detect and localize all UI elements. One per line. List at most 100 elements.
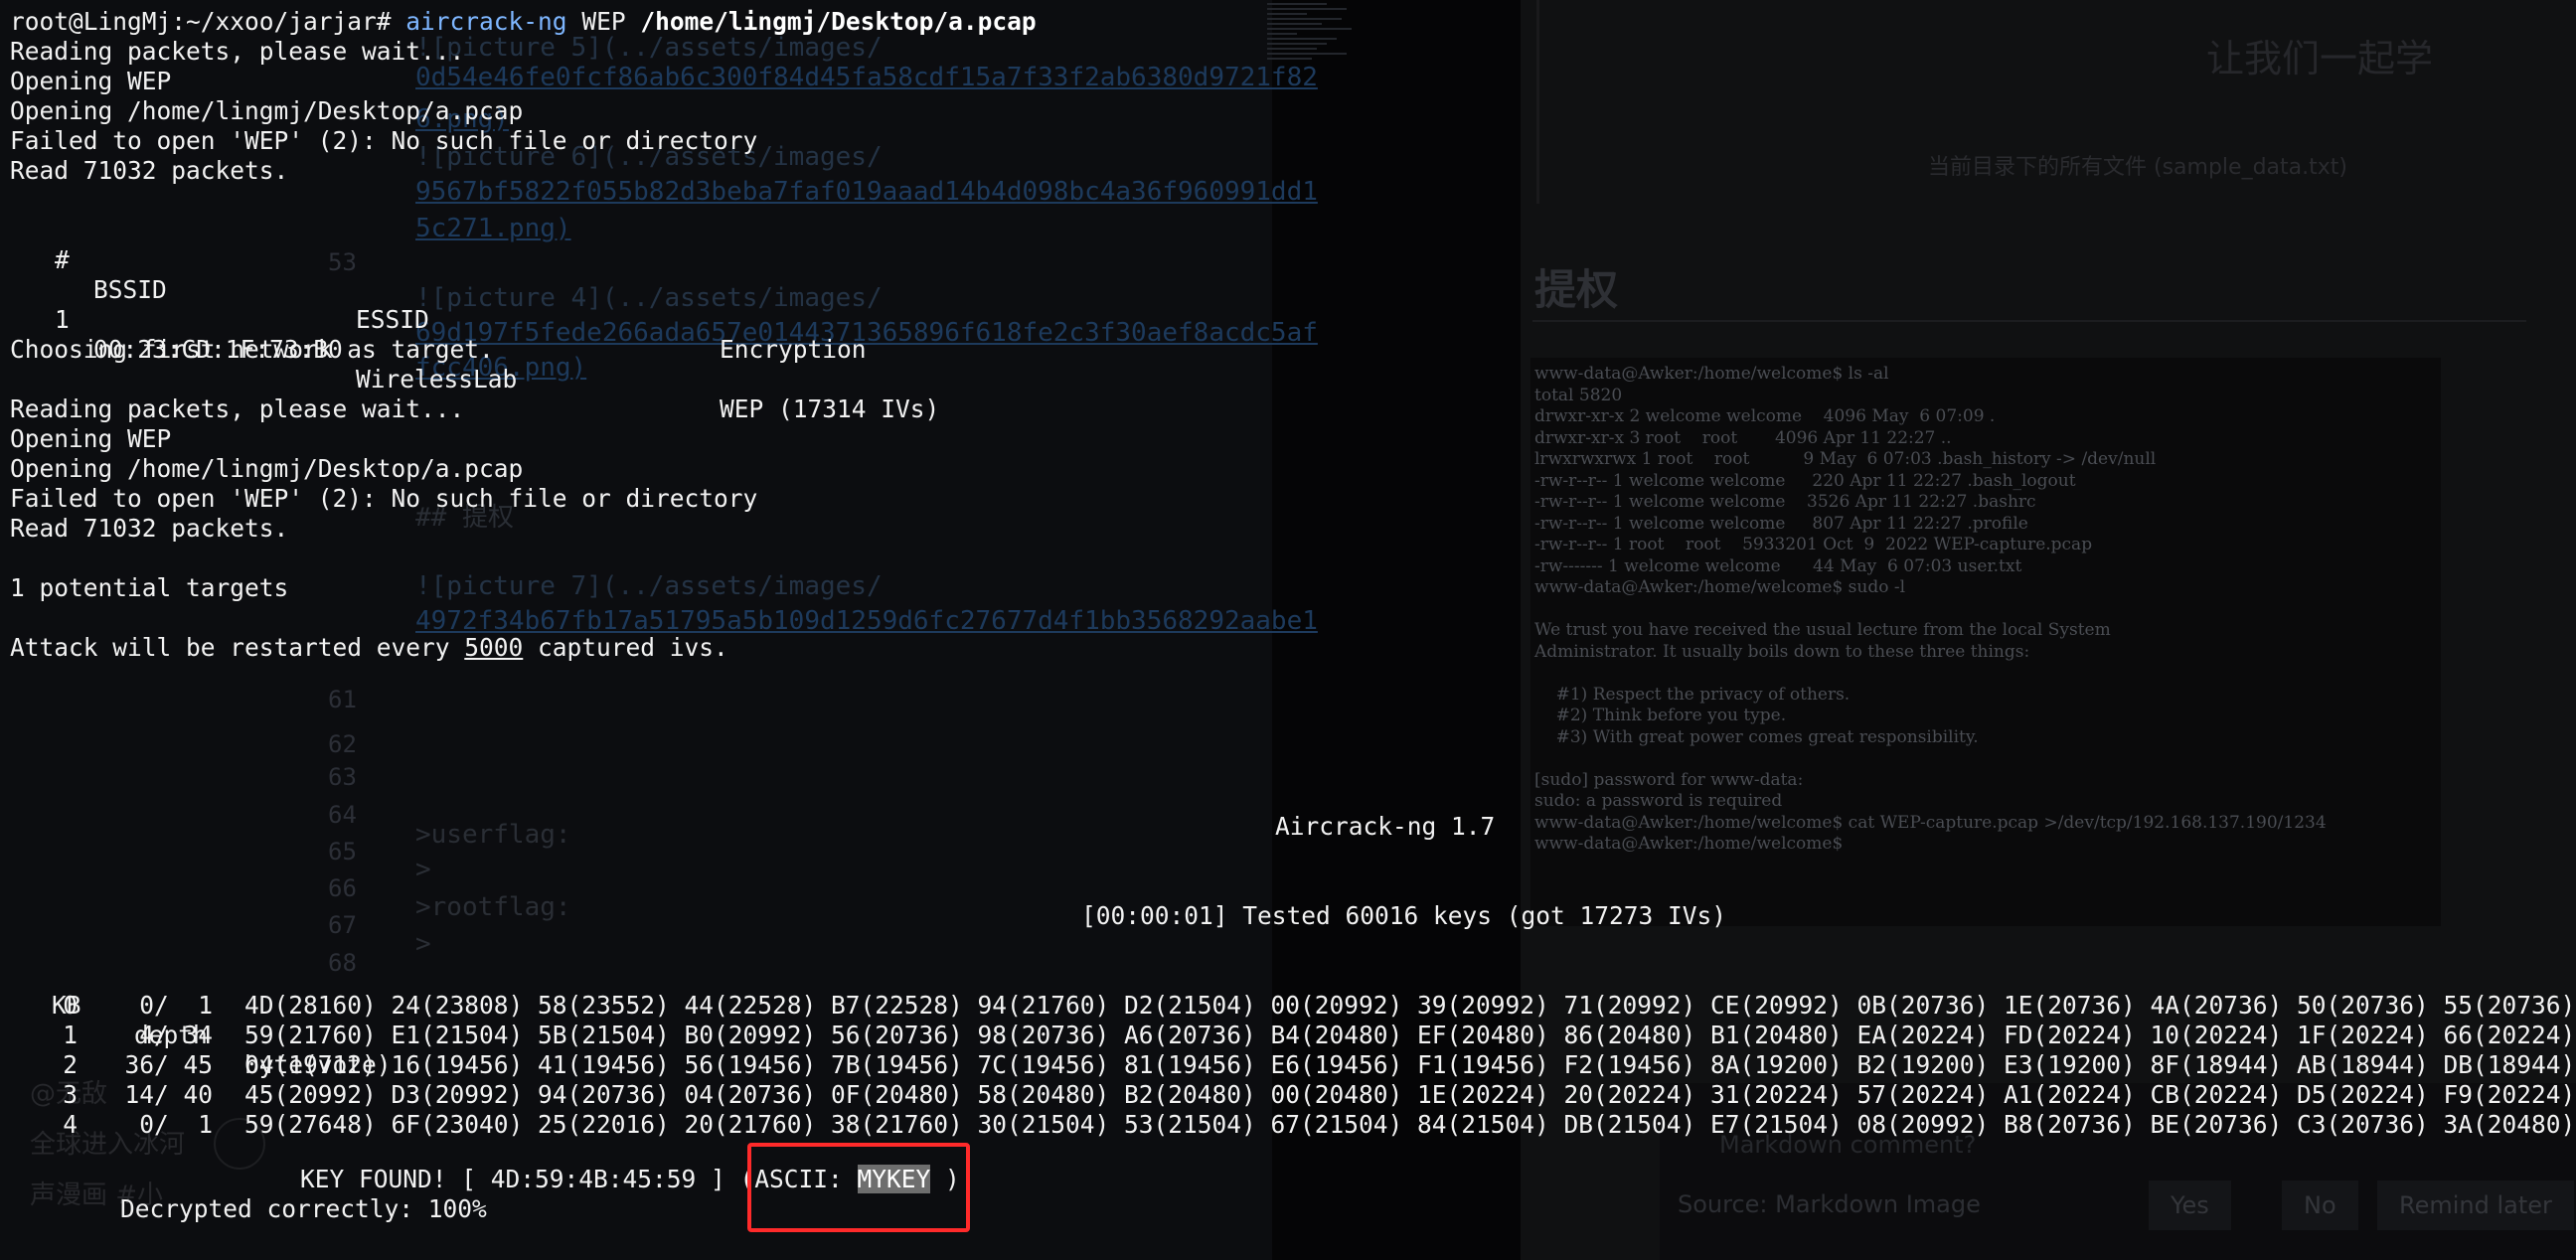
inner-terminal-line: We trust you have received the usual lec… [1534,620,2111,640]
inner-terminal-line [1534,663,2437,685]
kb-row: 0 0/ 1 4D(28160) 24(23808) 58(23552) 44(22… [10,991,2575,1021]
col-encryption: Encryption [720,335,867,364]
background-terminal-screenshot: www-data@Awker:/home/welcome$ ls -al tota… [1530,358,2441,926]
notification-source: Source: Markdown Image [1678,1190,1981,1218]
editor-line: >userflag: [415,820,571,850]
editor-line-number: 62 [328,730,357,758]
inner-terminal-line: #2) Think before you type. [1534,706,1787,725]
kb-votes: 59(27648) 6F(23040) 25(22016) 20(21760) … [244,1110,2576,1139]
editor-line-number: 66 [328,874,357,902]
row-encryption: WEP (17314 IVs) [720,394,940,423]
editor-line: ![picture 5](../assets/images/ [415,33,883,63]
attack-text: Attack will be restarted every [10,633,465,662]
panel-caption: 当前目录下的所有文件 (sample_data.txt) [1928,155,2347,180]
output-line: Read 71032 packets. [10,514,289,543]
inner-terminal-line: -rw-r--r-- 1 welcome welcome 220 Apr 11 … [1534,470,2076,491]
row-num: 1 [55,305,70,334]
editor-line: 9567bf5822f055b82d3beba7faf019aaad14b4d0… [415,177,1318,207]
kb-index: 3 [63,1080,78,1109]
inner-terminal-line: www-data@Awker:/home/welcome$ ls -al [1534,364,1889,384]
kb-row: 1 4/ 34 59(21760) E1(21504) 5B(21504) B0(2… [10,1021,2575,1050]
decrypted-line: Decrypted correctly: 100% [120,1194,487,1223]
kb-row: 4 0/ 1 59(27648) 6F(23040) 25(22016) 20(21… [10,1110,2575,1140]
editor-line: 69d197f5fede266ada657e0144371365896f618f… [415,318,1318,348]
panel-divider [1532,320,2526,322]
kb-index: 1 [63,1021,78,1049]
inner-terminal-line: Administrator. It usually boils down to … [1534,641,2030,662]
editor-line-number: 63 [328,763,357,791]
editor-minimap [1267,0,1359,298]
kb-votes: 59(21760) E1(21504) 5B(21504) B0(20992) … [244,1021,2576,1049]
kb-index: 0 [63,991,78,1020]
output-line: Failed to open 'WEP' (2): No such file o… [10,484,758,513]
panel-banner-text: 让我们一起学 [2206,37,2434,80]
row-essid: WirelessLab [356,365,518,394]
col-num: # [55,245,70,274]
inner-terminal-line [1534,748,2437,770]
output-line: Failed to open 'WEP' (2): No such file o… [10,126,758,155]
output-line: Choosing first network as target. [10,335,494,364]
editor-line: > [415,929,431,959]
editor-line-number: 65 [328,838,357,866]
kb-index: 2 [63,1050,78,1079]
command-arg: WEP [581,7,626,36]
inner-terminal-line: www-data@Awker:/home/welcome$ [1534,834,1844,854]
editor-line: >rootflag: [415,892,571,922]
key-highlight-box [747,1143,970,1232]
kb-row: 3 14/ 40 45(20992) D3(20992) 94(20736) 04(… [10,1080,2575,1110]
inner-terminal-line: #3) With great power comes great respons… [1534,726,1979,747]
output-line: Read 71032 packets. [10,156,289,185]
kb-votes: 4D(28160) 24(23808) 58(23552) 44(22528) … [244,991,2576,1020]
output-line: Opening WEP [10,67,172,95]
panel-separator [1536,0,1539,204]
editor-line: 0d54e46fe0fcf86ab6c300f84d45fa58cdf15a7f… [415,63,1318,92]
inner-terminal-line: -rw-r--r-- 1 root root 5933201 Oct 9 202… [1534,535,2093,554]
network-table-header: # BSSID ESSID Encryption [10,216,1004,364]
inner-terminal-line: -rw-r--r-- 1 welcome welcome 3526 Apr 11… [1534,492,2036,512]
kb-table-header: KB depth byte(vote) [10,961,2554,1079]
output-line: Opening /home/lingmj/Desktop/a.pcap [10,96,524,125]
inner-terminal-line: -rw-r--r-- 1 welcome welcome 807 Apr 11 … [1534,513,2028,534]
attack-interval: 5000 [464,633,524,662]
kb-depth: 14/ 40 [124,1080,213,1109]
editor-line-number: 64 [328,801,357,829]
output-line: 1 potential targets [10,573,289,602]
col-essid: ESSID [356,305,429,334]
editor-line: ![picture 7](../assets/images/ [415,571,883,601]
kb-depth: 36/ 45 [124,1050,213,1079]
editor-line-number: 61 [328,686,357,713]
inner-terminal-line: drwxr-xr-x 3 root root 4096 Apr 11 22:27… [1534,427,1952,448]
output-line: Opening /home/lingmj/Desktop/a.pcap [10,454,524,483]
editor-line-number: 67 [328,911,357,939]
inner-terminal-line [1534,599,2437,621]
network-table-row: 1 00:23:CD:1F:73:B0 WirelessLab WEP (173… [10,275,1004,423]
inner-terminal-line: lrwxrwxrwx 1 root root 9 May 6 07:03 .ba… [1534,449,2157,469]
prompt: root@LingMj:~/xxoo/jarjar# [10,7,392,36]
notification-yes-button[interactable]: Yes [2149,1181,2231,1230]
kb-depth: 0/ 1 [139,991,213,1020]
kb-row: 2 36/ 45 04(19712) 16(19456) 41(19456) 56(… [10,1050,2575,1080]
kb-votes: 45(20992) D3(20992) 94(20736) 04(20736) … [244,1080,2576,1109]
version-banner: Aircrack-ng 1.7 [1275,812,1496,841]
inner-terminal-line: -rw------- 1 welcome welcome 44 May 6 07… [1534,555,2022,576]
inner-terminal-text: www-data@Awker:/home/welcome$ ls -al tota… [1530,358,2441,862]
attack-text: captured ivs. [523,633,728,662]
inner-terminal-line: #1) Respect the privacy of others. [1534,684,1851,705]
status-line: [00:00:01] Tested 60016 keys (got 17273 … [1081,901,1727,930]
editor-line: 4972f34b67fb17a51795a5b109d1259d6fc27677… [415,606,1318,636]
notification-no-button[interactable]: No [2282,1181,2358,1230]
command-path: /home/lingmj/Desktop/a.pcap [640,7,1037,36]
output-line: Reading packets, please wait... [10,394,465,423]
editor-line-number: 53 [328,248,357,276]
command-name: aircrack-ng [405,7,567,36]
inner-terminal-line: www-data@Awker:/home/welcome$ sudo -l [1534,577,1906,597]
kb-depth: 4/ 34 [139,1021,213,1049]
inner-terminal-line: sudo: a password is required [1534,791,1783,811]
notification-remind-button[interactable]: Remind later [2377,1181,2574,1230]
kb-index: 4 [63,1110,78,1139]
inner-terminal-line: www-data@Awker:/home/welcome$ cat WEP-ca… [1534,812,2327,833]
inner-terminal-line: total 5820 [1534,385,1623,405]
inner-terminal-line: drwxr-xr-x 2 welcome welcome 4096 May 6 … [1534,406,1996,426]
kb-depth: 0/ 1 [139,1110,213,1139]
attack-line: Attack will be restarted every 5000 capt… [10,633,728,663]
